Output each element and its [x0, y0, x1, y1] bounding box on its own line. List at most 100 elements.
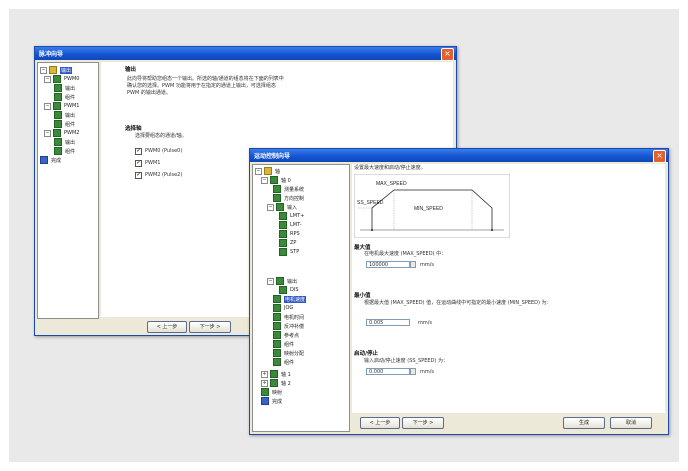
tree-item[interactable]: ZP — [279, 239, 296, 247]
tree-item[interactable]: 输出 — [54, 111, 75, 119]
speed-profile-graph: MAX_SPEED SS_SPEED MIN_SPEED — [354, 174, 510, 238]
close-icon[interactable]: × — [656, 151, 663, 160]
node-icon — [279, 230, 287, 238]
tree-item[interactable]: 组件 — [273, 358, 294, 366]
node-icon — [53, 102, 61, 110]
intro-line: 确认您的选择。PWM 功能将用于在指定的通道上输出，可选择组态 — [127, 83, 276, 89]
tree-item[interactable]: − 输出 — [267, 277, 297, 285]
close-button[interactable]: × — [653, 150, 666, 163]
section-title: 输出 — [125, 67, 137, 73]
close-icon[interactable]: × — [444, 49, 451, 58]
checkbox-icon[interactable]: ✔ — [135, 148, 142, 155]
tree-item[interactable]: 反冲补偿 — [273, 322, 304, 330]
node-icon — [273, 185, 281, 193]
instruction-text: 设置最大速度和启动/停止速度。 — [354, 165, 426, 171]
node-icon — [54, 111, 62, 119]
node-icon — [273, 358, 281, 366]
node-icon — [273, 304, 281, 312]
tree-item[interactable]: − PWM2 — [44, 129, 79, 137]
node-icon — [279, 221, 287, 229]
intro-line: PWM 的输出通道。 — [127, 90, 171, 96]
tree-item[interactable]: 电机速度 — [273, 295, 307, 303]
navigation-tree: − 轴 − 轴 0 测量系统 方向控制 − 输入 LMT+ LMT- RPS ZP S… — [252, 164, 350, 432]
tree-item[interactable]: − PWM0 — [44, 75, 79, 83]
tree-item[interactable]: 映射 — [261, 388, 282, 396]
max-speed-input[interactable]: 100000 — [366, 261, 410, 268]
next-button[interactable]: 下一步 > — [189, 321, 231, 333]
checkbox-icon[interactable]: ✔ — [135, 172, 142, 179]
section-title: 选择轴 — [125, 126, 142, 132]
tree-item[interactable]: 组件 — [54, 120, 75, 128]
collapse-icon[interactable]: − — [255, 167, 262, 175]
max-speed-label: MAX_SPEED — [376, 181, 407, 187]
tree-item[interactable]: − 输出 — [40, 66, 73, 74]
tree-item[interactable]: 映射分配 — [273, 349, 304, 357]
tree-item[interactable]: 组件 — [54, 93, 75, 101]
generate-button[interactable]: 生成 — [563, 417, 605, 429]
max-speed-heading: 最大值 — [354, 245, 371, 251]
motion-wizard-window: 运动控制向导 × − 轴 − 轴 0 测量系统 方向控制 − 输入 LMT+ LMT-… — [249, 148, 669, 435]
tree-item[interactable]: 测量系统 — [273, 185, 304, 193]
node-icon — [273, 295, 281, 303]
tree-item[interactable]: LMT- — [279, 221, 302, 229]
next-button[interactable]: 下一步 > — [402, 417, 444, 429]
tree-item[interactable]: STP — [279, 248, 299, 256]
channel-checkbox[interactable]: ✔ PWM2 (Pulse2) — [135, 172, 182, 179]
prev-button[interactable]: < 上一步 — [147, 321, 187, 333]
expand-icon[interactable]: + — [261, 370, 268, 378]
tree-item[interactable]: 完成 — [261, 397, 282, 405]
cancel-button[interactable]: 取消 — [610, 417, 652, 429]
node-icon — [54, 84, 62, 92]
node-icon — [261, 388, 269, 396]
title-bar: 运动控制向导 × — [250, 149, 668, 163]
close-button[interactable]: × — [441, 48, 454, 61]
tree-item[interactable]: 方向控制 — [273, 194, 304, 202]
tree-item[interactable]: RPS — [279, 230, 300, 238]
tree-item[interactable]: 参考点 — [273, 331, 299, 339]
min-speed-heading: 最小值 — [354, 293, 371, 299]
node-icon — [273, 322, 281, 330]
tree-item[interactable]: + 轴 1 — [261, 370, 291, 378]
tree-item[interactable]: − 输入 — [267, 203, 297, 211]
title-bar: 脉冲向导 × — [35, 47, 456, 61]
window-title: 运动控制向导 — [254, 153, 291, 160]
collapse-icon[interactable]: − — [44, 102, 51, 110]
tree-item[interactable]: JOG — [273, 304, 293, 312]
min-speed-unit: mm/s — [418, 320, 433, 326]
tree-item[interactable]: − PWM1 — [44, 102, 79, 110]
tree-item[interactable]: LMT+ — [279, 212, 304, 220]
min-speed-input[interactable]: 0.005 — [366, 319, 410, 326]
tree-item[interactable]: 完成 — [40, 156, 61, 164]
collapse-icon[interactable]: − — [267, 277, 274, 285]
collapse-icon[interactable]: − — [44, 129, 51, 137]
tree-item[interactable]: 组件 — [273, 340, 294, 348]
start-stop-input[interactable]: 0.000 — [366, 368, 410, 375]
collapse-icon[interactable]: − — [267, 203, 274, 211]
tree-item[interactable]: 组件 — [54, 147, 75, 155]
node-icon — [279, 239, 287, 247]
tree-item[interactable]: + 轴 2 — [261, 379, 291, 387]
tree-item[interactable]: − 轴 — [255, 167, 280, 175]
tree-item[interactable]: 输出 — [54, 84, 75, 92]
tree-item[interactable]: DIS — [279, 286, 299, 294]
content-area: 设置最大速度和启动/停止速度。 MAX_SPEED SS_SPEED MIN_S… — [352, 164, 665, 413]
collapse-icon[interactable]: − — [40, 66, 47, 74]
checkbox-icon[interactable]: ✔ — [135, 160, 142, 167]
channel-checkbox[interactable]: ✔ PWM1 — [135, 160, 160, 167]
ss-speed-label: SS_SPEED — [357, 200, 384, 206]
expand-icon[interactable]: + — [261, 379, 268, 387]
tree-item[interactable]: 输出 — [54, 138, 75, 146]
start-stop-spinner[interactable] — [410, 368, 416, 375]
node-icon — [273, 313, 281, 321]
prev-button[interactable]: < 上一步 — [360, 417, 400, 429]
min-speed-label: MIN_SPEED — [414, 206, 443, 212]
collapse-icon[interactable]: − — [44, 75, 51, 83]
max-speed-spinner[interactable] — [410, 261, 416, 268]
node-icon — [54, 147, 62, 155]
folder-icon — [264, 167, 272, 175]
tree-item[interactable]: 电机时间 — [273, 313, 304, 321]
channel-checkbox[interactable]: ✔ PWM0 (Pulse0) — [135, 148, 182, 155]
node-icon — [279, 248, 287, 256]
collapse-icon[interactable]: − — [261, 176, 268, 184]
tree-item[interactable]: − 轴 0 — [261, 176, 291, 184]
